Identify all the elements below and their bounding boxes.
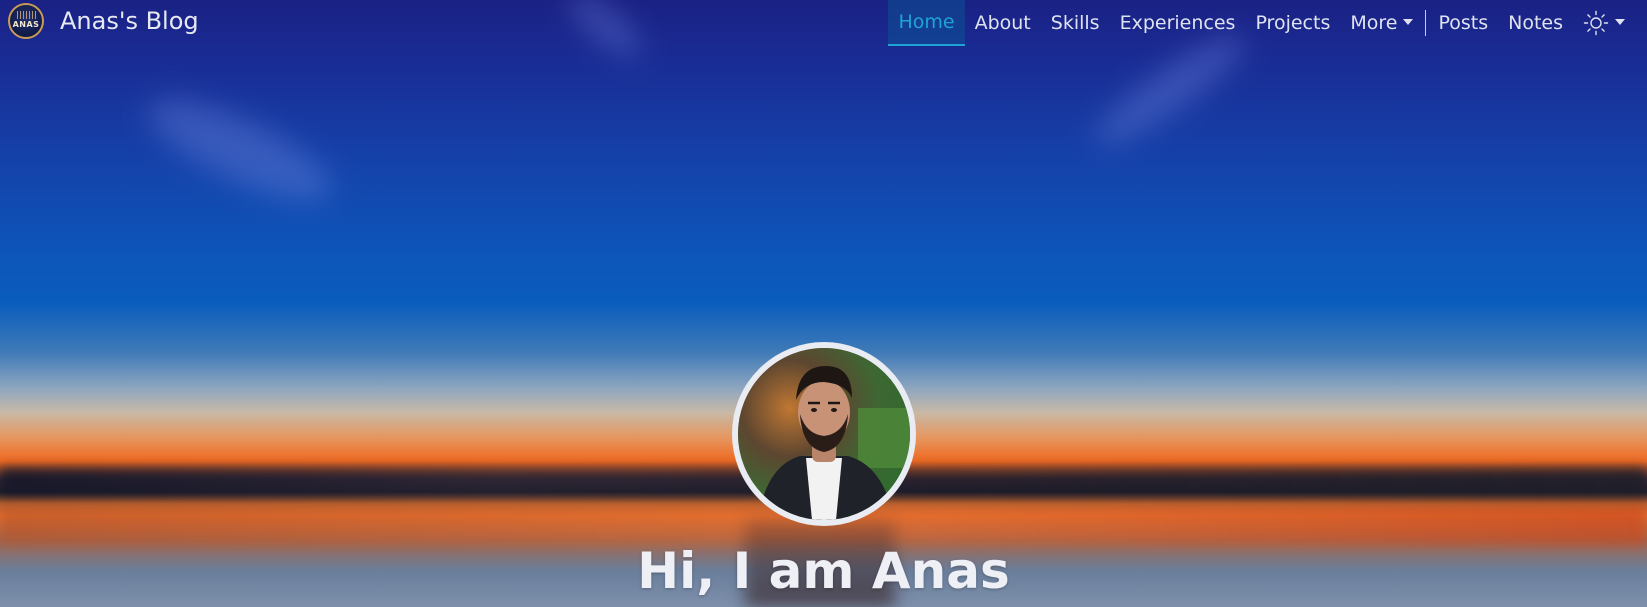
brand-logo-text: ANAS (12, 19, 40, 29)
nav-item-about[interactable]: About (965, 0, 1041, 46)
sky-streak (136, 80, 344, 220)
nav-item-more-dropdown[interactable]: More (1340, 0, 1423, 46)
brand-name: Anas's Blog (60, 7, 199, 35)
profile-photo-icon (738, 348, 910, 520)
caret-down-icon (1615, 19, 1625, 25)
nav-item-home[interactable]: Home (888, 0, 965, 46)
hero-section: ANAS Anas's Blog Home About Skills Exper… (0, 0, 1647, 607)
nav-item-skills[interactable]: Skills (1041, 0, 1110, 46)
nav-item-posts[interactable]: Posts (1428, 0, 1498, 46)
nav-item-more-label: More (1350, 12, 1398, 34)
brand-link[interactable]: ANAS Anas's Blog (8, 2, 199, 40)
theme-toggle-button[interactable] (1573, 0, 1647, 46)
hero-greeting: Hi, I am Anas (637, 542, 1010, 600)
nav-item-experiences[interactable]: Experiences (1110, 0, 1246, 46)
caret-down-icon (1403, 19, 1414, 25)
sun-icon (1583, 10, 1609, 36)
nav-menu: Home About Skills Experiences Projects M… (888, 0, 1647, 46)
logo-skyline-icon (17, 11, 37, 19)
nav-divider (1425, 10, 1427, 36)
nav-item-notes[interactable]: Notes (1498, 0, 1573, 46)
profile-avatar (732, 342, 916, 526)
brand-logo: ANAS (8, 3, 44, 39)
top-navbar: ANAS Anas's Blog Home About Skills Exper… (0, 0, 1647, 46)
nav-item-projects[interactable]: Projects (1245, 0, 1340, 46)
